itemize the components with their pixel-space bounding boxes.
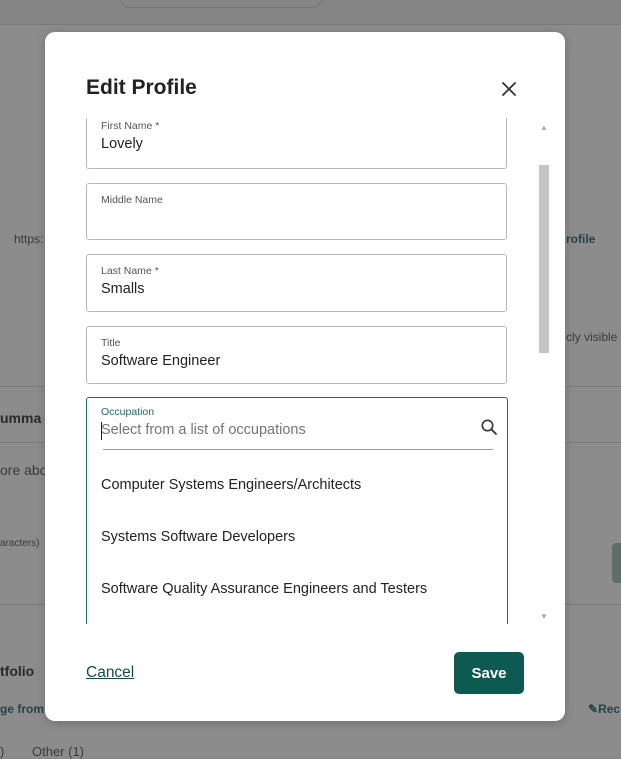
last-name-value: Smalls bbox=[101, 281, 145, 297]
middle-name-label: Middle Name bbox=[101, 194, 163, 206]
last-name-field[interactable]: Last Name * Smalls bbox=[86, 254, 507, 312]
first-name-field[interactable]: First Name * Lovely bbox=[86, 118, 507, 169]
close-icon bbox=[502, 82, 516, 96]
occupation-search-input[interactable] bbox=[101, 422, 401, 438]
occupation-label: Occupation bbox=[101, 406, 155, 418]
background-url-text: https: bbox=[14, 232, 44, 246]
background-about-text: ore abo bbox=[0, 462, 48, 478]
text-caret bbox=[101, 422, 102, 440]
occupation-option[interactable]: Systems Software Developers bbox=[101, 529, 295, 545]
edit-icon: ✎ bbox=[588, 702, 599, 716]
search-icon[interactable] bbox=[480, 418, 498, 436]
occupation-divider bbox=[103, 449, 493, 450]
save-button[interactable]: Save bbox=[454, 652, 524, 694]
background-rec-link: ✎Rec bbox=[588, 702, 620, 716]
scroll-up-arrow-icon[interactable]: ▲ bbox=[540, 123, 548, 132]
title-label: Title bbox=[101, 337, 121, 349]
background-profile-link: rofile bbox=[566, 232, 596, 246]
occupation-option[interactable]: Software Quality Assurance Engineers and… bbox=[101, 581, 427, 597]
background-summary-heading: umma bbox=[0, 410, 42, 426]
occupation-option[interactable]: Computer Systems Engineers/Architects bbox=[101, 477, 361, 493]
background-image-link: ge from bbox=[0, 702, 45, 716]
edit-profile-modal: Edit Profile First Name * Lovely Middle … bbox=[45, 32, 565, 721]
middle-name-field[interactable]: Middle Name bbox=[86, 183, 507, 240]
cancel-button[interactable]: Cancel bbox=[86, 664, 134, 682]
background-rec-text: Rec bbox=[598, 702, 621, 716]
title-field[interactable]: Title Software Engineer bbox=[86, 326, 507, 384]
scroll-down-arrow-icon[interactable]: ▼ bbox=[540, 612, 548, 621]
modal-title: Edit Profile bbox=[86, 76, 197, 99]
title-value: Software Engineer bbox=[101, 353, 221, 369]
background-search-pill bbox=[120, 0, 322, 8]
background-button-edge bbox=[612, 543, 621, 583]
background-portfolio-heading: tfolio bbox=[0, 663, 35, 679]
background-visibility-text: cly visible bbox=[566, 330, 618, 344]
background-chars-text: aracters) bbox=[0, 538, 40, 549]
close-button[interactable] bbox=[497, 77, 521, 101]
first-name-value: Lovely bbox=[101, 136, 143, 152]
last-name-label: Last Name * bbox=[101, 265, 159, 277]
scrollbar-thumb[interactable] bbox=[539, 165, 549, 353]
occupation-field[interactable]: Occupation Computer Systems Engineers/Ar… bbox=[86, 397, 508, 624]
background-tab-fragment: ) bbox=[0, 744, 5, 759]
background-topbar bbox=[0, 0, 621, 25]
first-name-label: First Name * bbox=[101, 120, 160, 132]
form-scroll-area[interactable]: First Name * Lovely Middle Name Last Nam… bbox=[45, 118, 565, 624]
background-tab-other: Other (1) bbox=[32, 744, 85, 759]
